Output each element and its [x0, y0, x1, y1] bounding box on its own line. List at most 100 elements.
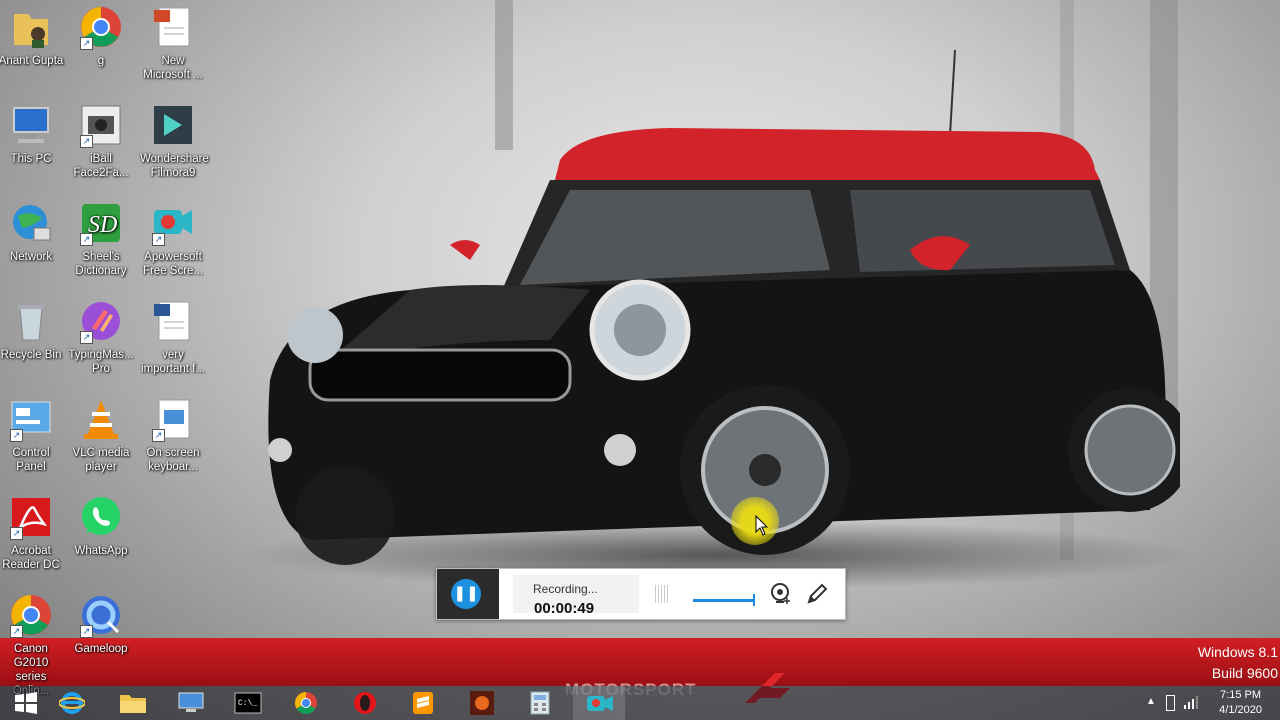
- typingmaster-icon: ↗: [78, 298, 124, 344]
- windows-build-text: Build 9600: [1211, 665, 1278, 681]
- vlc-cone-icon: [78, 396, 124, 442]
- taskbar-chrome[interactable]: [280, 686, 332, 720]
- recording-status-box: Recording... 00:00:49: [513, 575, 639, 617]
- pencil-icon: [807, 583, 828, 604]
- taskbar-opera[interactable]: [339, 686, 391, 720]
- network-signal-icon[interactable]: [1184, 695, 1198, 714]
- desktop-icon-label: Apowersoft Free Scre...: [142, 251, 204, 277]
- opera-icon: [354, 692, 376, 714]
- desktop-icon-label: New Microsoft ...: [143, 55, 203, 81]
- screen-recorder-toolbar: ❚❚ Recording... 00:00:49: [436, 568, 846, 620]
- volume-slider-handle[interactable]: [753, 594, 755, 606]
- desktop-icon-new-microsoft[interactable]: New Microsoft ...: [140, 0, 206, 82]
- recycle-bin-icon: [8, 298, 54, 344]
- word-document-icon: [150, 298, 196, 344]
- desktop-icon-vlc[interactable]: VLC media player: [68, 392, 134, 474]
- chrome-icon: [295, 692, 317, 714]
- desktop-icon-label: Control Panel: [12, 447, 50, 473]
- desktop-icon-label: TypingMas... Pro: [68, 349, 134, 375]
- desktop-icon-network[interactable]: Network: [0, 196, 64, 264]
- battery-icon[interactable]: [1166, 695, 1175, 711]
- sublime-icon: [413, 692, 433, 714]
- gameloop-icon: ↗: [78, 592, 124, 638]
- desktop-icon-label: Acrobat Reader DC: [2, 545, 60, 571]
- game-icon: [470, 691, 494, 715]
- ie-icon: [59, 692, 85, 714]
- taskbar-game[interactable]: [455, 686, 507, 720]
- clock-date: 4/1/2020: [1219, 704, 1262, 716]
- taskbar-remote-computer[interactable]: [163, 686, 215, 720]
- webcam-button[interactable]: [769, 582, 793, 606]
- taskbar-file-explorer[interactable]: [105, 686, 157, 720]
- svg-text:C:\_: C:\_: [238, 699, 257, 708]
- windows-version-watermark: Windows 8.1 Build 9600: [1198, 642, 1278, 684]
- desktop-icon-anant-gupta[interactable]: Anant Gupta: [0, 0, 64, 68]
- cmd-icon: C:\_: [234, 692, 262, 714]
- tray-overflow-chevron-icon[interactable]: ▲: [1146, 696, 1156, 707]
- powerpoint-document-icon: [150, 4, 196, 50]
- screen-recorder-icon: ↗: [150, 200, 196, 246]
- screen-recorder-icon: [587, 696, 613, 711]
- recorder-control-panel: ❚❚: [437, 569, 499, 619]
- taskbar-sublime-text[interactable]: [397, 686, 449, 720]
- desktop-icon-this-pc[interactable]: This PC: [0, 98, 64, 166]
- desktop-icon-on-screen-keyboard[interactable]: ↗ On screen keyboar...: [140, 392, 206, 474]
- control-panel-icon: ↗: [8, 396, 54, 442]
- desktop-icon-typingmaster[interactable]: ↗ TypingMas... Pro: [68, 294, 134, 376]
- computer-monitor-icon: [178, 692, 204, 712]
- webcam-app-icon: ↗: [78, 102, 124, 148]
- start-button[interactable]: [0, 686, 52, 720]
- desktop-icon-label: Sheel's Dictionary: [75, 251, 127, 277]
- desktop-icon-sheels-dictionary[interactable]: SD ↗ Sheel's Dictionary: [68, 196, 134, 278]
- desktop-icon-label: very important f...: [141, 349, 205, 375]
- desktop-icon-control-panel[interactable]: ↗ Control Panel: [0, 392, 64, 474]
- desktop-icon-whatsapp[interactable]: WhatsApp: [68, 490, 134, 558]
- wallpaper-red-band: [0, 638, 1280, 686]
- desktop-icon-filmora[interactable]: Wondershare Filmora9: [140, 98, 209, 180]
- user-folder-icon: [8, 4, 54, 50]
- desktop-icon-iball[interactable]: ↗ iBall Face2Fa...: [68, 98, 134, 180]
- calculator-icon: [530, 691, 550, 715]
- desktop-icon-label: g: [97, 55, 105, 67]
- system-tray: ▲ 7:15 PM 4/1/2020: [1140, 686, 1280, 720]
- desktop-icon-apowersoft[interactable]: ↗ Apowersoft Free Scre...: [140, 196, 206, 278]
- taskbar-internet-explorer[interactable]: [46, 686, 98, 720]
- desktop-icon-label: Wondershare Filmora9: [140, 153, 209, 179]
- desktop-icon-acrobat[interactable]: ↗ Acrobat Reader DC: [0, 490, 64, 572]
- desktop-icon-label: iBall Face2Fa...: [73, 153, 129, 179]
- desktop-icon-label: Network: [9, 251, 53, 263]
- desktop-icon-very-important[interactable]: very important f...: [140, 294, 206, 376]
- desktop-icon-gameloop[interactable]: ↗ Gameloop: [68, 588, 134, 656]
- acrobat-icon: ↗: [8, 494, 54, 540]
- annotate-button[interactable]: [805, 582, 829, 606]
- computer-icon: [8, 102, 54, 148]
- dictionary-icon: SD ↗: [78, 200, 124, 246]
- desktop-icon-canon[interactable]: ↗ Canon G2010 series Onlin...: [0, 588, 64, 698]
- taskbar-command-prompt[interactable]: C:\_: [220, 686, 272, 720]
- desktop-icon-g[interactable]: ↗ g: [68, 0, 134, 68]
- windows-logo-icon: [15, 692, 37, 714]
- desktop-icon-recycle-bin[interactable]: Recycle Bin: [0, 294, 64, 362]
- taskbar: C:\_ ▲ 7:15 PM 4/1/2020: [0, 686, 1280, 720]
- taskbar-calculator[interactable]: [514, 686, 566, 720]
- volume-slider[interactable]: [693, 599, 755, 602]
- chrome-icon: ↗: [8, 592, 54, 638]
- network-globe-icon: [8, 200, 54, 246]
- desktop-icon-label: Recycle Bin: [0, 349, 62, 361]
- onscreen-keyboard-icon: ↗: [150, 396, 196, 442]
- mouse-cursor-icon: [755, 515, 769, 536]
- windows-version-text: Windows 8.1: [1197, 644, 1278, 660]
- desktop-icon-label: Gameloop: [74, 643, 128, 655]
- folder-icon: [120, 695, 146, 713]
- desktop-icon-label: WhatsApp: [74, 545, 128, 557]
- recording-timer: 00:00:49: [534, 600, 595, 617]
- desktop-icon-label: VLC media player: [72, 447, 130, 473]
- desktop-icon-label: This PC: [10, 153, 52, 165]
- pause-button[interactable]: ❚❚: [451, 579, 481, 609]
- pause-icon: ❚❚: [453, 585, 479, 602]
- toolbar-drag-handle[interactable]: [655, 585, 669, 603]
- chrome-icon: ↗: [78, 4, 124, 50]
- taskbar-clock[interactable]: 7:15 PM 4/1/2020: [1219, 688, 1262, 718]
- webcam-icon: [771, 583, 790, 604]
- taskbar-apowersoft-recorder[interactable]: [573, 686, 625, 720]
